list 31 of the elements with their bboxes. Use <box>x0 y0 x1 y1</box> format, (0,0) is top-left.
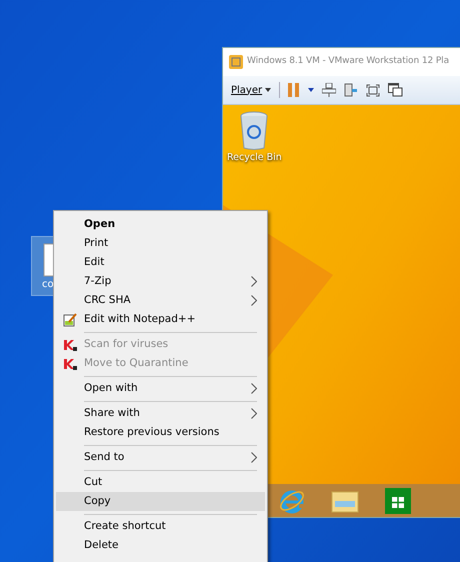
menu-item[interactable]: Share with <box>56 404 265 423</box>
menu-item[interactable]: Edit with Notepad++ <box>56 310 265 329</box>
menu-item[interactable]: Open with <box>56 379 265 398</box>
menu-item[interactable]: Send to <box>56 448 265 467</box>
vmware-logo-icon <box>229 55 243 69</box>
menu-item[interactable]: Create shortcut <box>56 517 265 536</box>
caret-icon[interactable] <box>308 88 314 92</box>
chevron-right-icon <box>251 408 257 419</box>
menu-item[interactable]: Delete <box>56 536 265 555</box>
menu-item[interactable]: Cut <box>56 473 265 492</box>
window-title: Windows 8.1 VM - VMware Workstation 12 Pla <box>247 55 449 68</box>
chevron-right-icon <box>251 276 257 287</box>
chevron-right-icon <box>251 452 257 463</box>
player-menu[interactable]: Player <box>231 82 272 98</box>
windows-icon[interactable] <box>388 83 404 97</box>
network-icon[interactable] <box>322 83 336 97</box>
file-label: co <box>42 278 54 292</box>
caret-icon <box>265 88 272 92</box>
chevron-right-icon <box>251 383 257 394</box>
k-shield-icon <box>63 338 77 350</box>
menu-item[interactable]: Copy <box>56 492 265 511</box>
notepad-icon <box>63 312 77 326</box>
store-icon[interactable] <box>385 488 411 514</box>
k-shield-icon <box>63 358 77 370</box>
chevron-right-icon <box>251 295 257 306</box>
menu-item[interactable]: Open <box>56 215 265 234</box>
fullscreen-icon[interactable] <box>366 84 380 96</box>
recycle-bin-icon[interactable] <box>239 111 270 151</box>
menu-item[interactable]: Restore previous versions <box>56 423 265 442</box>
device-icon[interactable] <box>344 83 358 97</box>
icon-label: Recycle Bin <box>227 151 282 165</box>
